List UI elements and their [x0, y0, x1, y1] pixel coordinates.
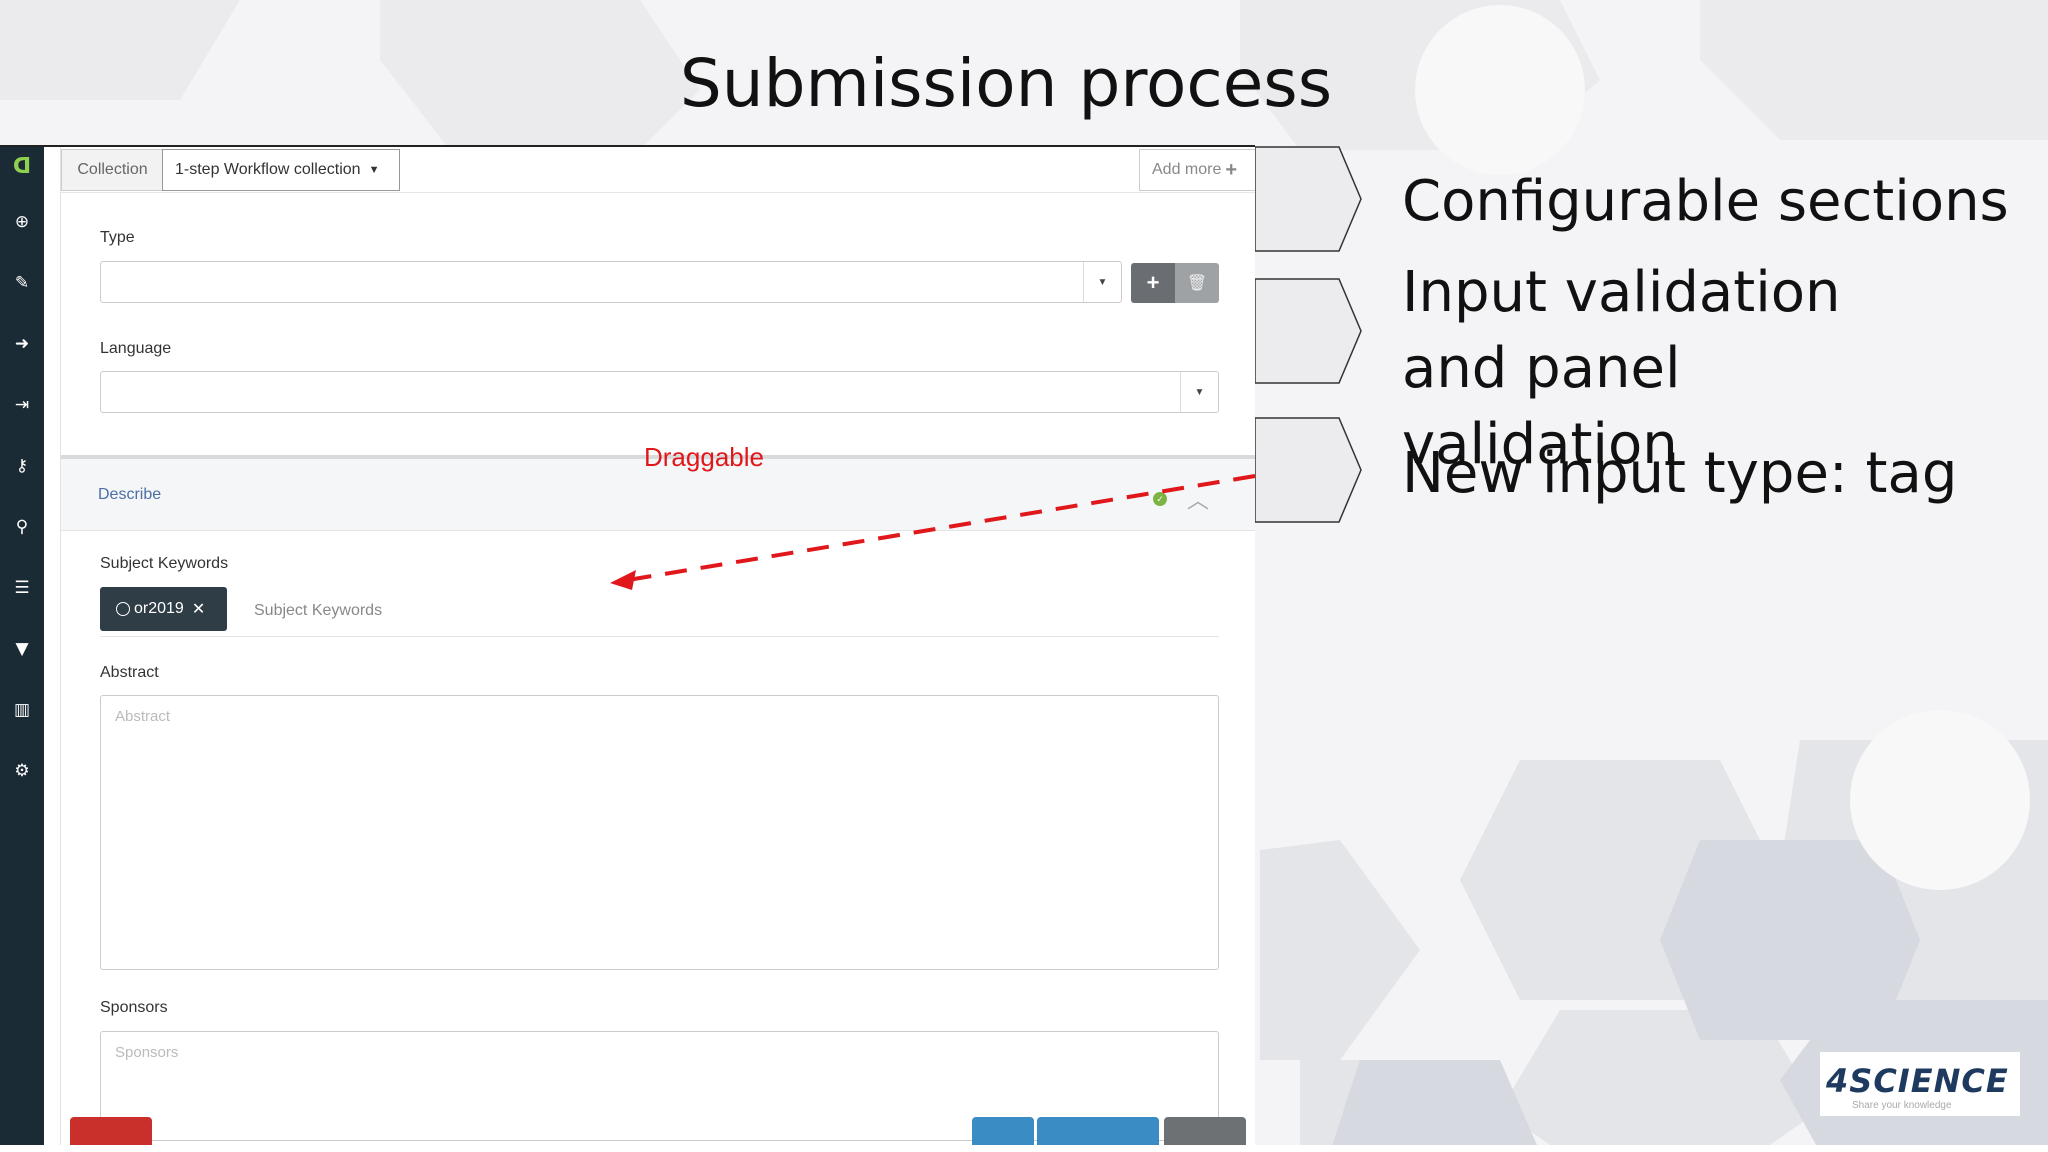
- circle-icon: [116, 602, 130, 616]
- abstract-label: Abstract: [100, 664, 159, 681]
- collection-dropdown[interactable]: 1-step Workflow collection ▼: [162, 149, 400, 191]
- bullet-configurable-sections: Configurable sections: [1402, 169, 2009, 234]
- type-label: Type: [100, 229, 135, 246]
- plus-icon: +: [1225, 158, 1238, 181]
- submission-form: Collection 1-step Workflow collection ▼ …: [60, 147, 1255, 1145]
- abstract-textarea[interactable]: Abstract: [100, 695, 1219, 970]
- pencil-icon[interactable]: ✎: [0, 268, 44, 298]
- caret-down-icon[interactable]: ▼: [1083, 262, 1121, 302]
- subject-keywords-input[interactable]: Subject Keywords: [254, 602, 382, 620]
- divider: [100, 636, 1219, 637]
- caret-down-icon[interactable]: ▼: [1180, 372, 1218, 412]
- chevron-up-icon[interactable]: ︿: [1187, 483, 1209, 515]
- add-value-button[interactable]: +: [1131, 263, 1175, 303]
- discard-button[interactable]: [70, 1117, 152, 1145]
- save-for-later-button[interactable]: [1037, 1117, 1159, 1145]
- chevron-arrow-icon: [1255, 278, 1362, 384]
- logo-icon[interactable]: ᗡ: [0, 151, 44, 181]
- chevron-arrow-icon: [1255, 417, 1362, 523]
- subject-keywords-label: Subject Keywords: [100, 555, 229, 572]
- collection-bar: Collection 1-step Workflow collection ▼ …: [61, 147, 1255, 193]
- sponsors-label: Sponsors: [100, 999, 168, 1016]
- type-select[interactable]: ▼: [100, 261, 1122, 303]
- chevron-arrow-icon: [1255, 146, 1362, 252]
- bullet-new-input-type: New input type: tag: [1402, 441, 1958, 506]
- sign-out-icon[interactable]: ⇥: [0, 390, 44, 420]
- panel-title: Describe: [98, 486, 162, 503]
- tag-value: or2019: [134, 600, 184, 617]
- language-select[interactable]: ▼: [100, 371, 1219, 413]
- collection-label: Collection: [61, 149, 163, 191]
- admin-sidebar: ᗡ ⊕ ✎ ➜ ⇥ ⚷ ⚲ ☰ ▼ ▥ ⚙: [0, 147, 44, 1145]
- bar-chart-icon[interactable]: ▥: [0, 695, 44, 725]
- sign-in-icon[interactable]: ➜: [0, 329, 44, 359]
- plus-circle-icon[interactable]: ⊕: [0, 207, 44, 237]
- add-more-label: Add more: [1152, 161, 1222, 178]
- slide-title: Submission process: [679, 45, 1333, 122]
- close-icon[interactable]: ✕: [192, 599, 205, 619]
- key-icon[interactable]: ⚷: [0, 451, 44, 481]
- check-icon: ✓: [1153, 492, 1167, 506]
- add-more-button[interactable]: Add more +: [1139, 149, 1255, 191]
- draggable-annotation: Draggable: [644, 442, 764, 472]
- search-icon[interactable]: ⚲: [0, 512, 44, 542]
- keyword-tag[interactable]: or2019 ✕: [100, 587, 227, 631]
- submission-form-screenshot: ᗡ ⊕ ✎ ➜ ⇥ ⚷ ⚲ ☰ ▼ ▥ ⚙ Collection 1-step …: [0, 145, 1255, 1145]
- filter-icon[interactable]: ▼: [0, 634, 44, 664]
- cogs-icon[interactable]: ⚙: [0, 756, 44, 786]
- deposit-button[interactable]: [1164, 1117, 1246, 1145]
- brand-name: 4SCIENCE: [1826, 1062, 2009, 1100]
- brand-logo: 4SCIENCE Share your knowledge: [1820, 1052, 2020, 1116]
- list-icon[interactable]: ☰: [0, 573, 44, 603]
- collection-value: 1-step Workflow collection: [175, 161, 361, 178]
- caret-down-icon: ▼: [368, 164, 380, 176]
- trash-icon[interactable]: 🗑: [1175, 263, 1219, 303]
- save-button[interactable]: [972, 1117, 1034, 1145]
- language-label: Language: [100, 340, 172, 357]
- bottom-strip: [0, 1145, 2048, 1152]
- brand-tagline: Share your knowledge: [1852, 1100, 1952, 1111]
